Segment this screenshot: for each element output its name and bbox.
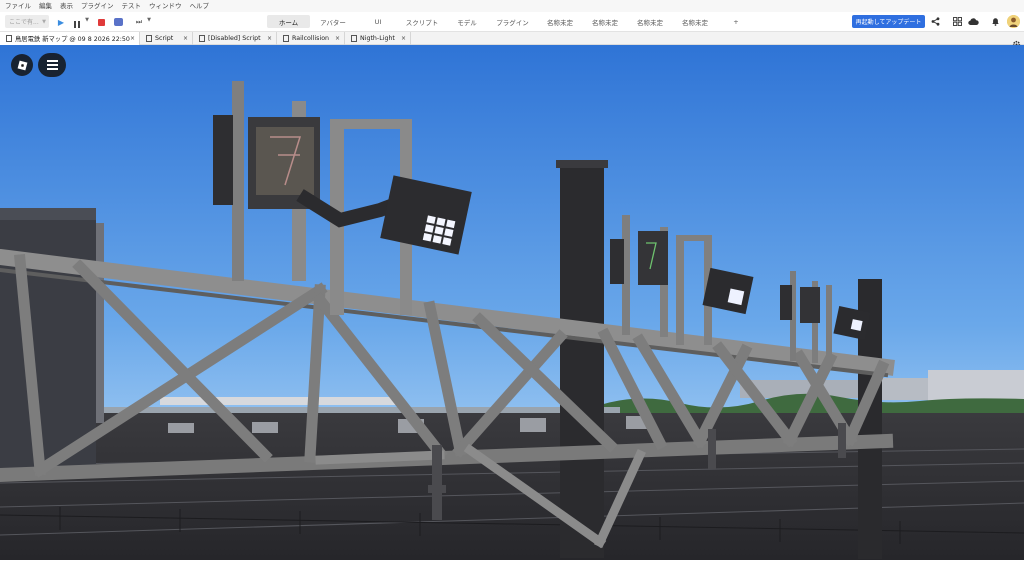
tab-label: [Disabled] Script (208, 35, 261, 42)
gear-icon[interactable] (1012, 34, 1021, 49)
ribbon-tab-home[interactable]: ホーム (267, 15, 310, 28)
tab-railcollision[interactable]: Railcollision × (277, 32, 345, 45)
menu-plugins[interactable]: プラグイン (81, 0, 114, 12)
grid-icon[interactable] (953, 17, 962, 26)
script-icon (351, 35, 357, 42)
ribbon-tab-model[interactable]: モデル (449, 15, 485, 28)
place-icon (6, 35, 12, 42)
stop-button[interactable] (96, 17, 106, 27)
play-icon: ▶ (57, 17, 65, 27)
mode-select-value: ここで有... (9, 19, 39, 26)
document-tab-bar: 鳥居電鉄 新マップ @ 09 8 2026 22:50 × Script × [… (0, 32, 1024, 45)
menu-edit[interactable]: 編集 (39, 0, 52, 12)
menu-window[interactable]: ウィンドウ (149, 0, 182, 12)
bell-icon[interactable] (991, 17, 1000, 26)
client-server-icon (113, 18, 123, 26)
ribbon-tab-custom-1[interactable]: 名称未定 (540, 15, 580, 28)
viewport-bottom-border (0, 560, 1024, 576)
roblox-logo-icon[interactable] (11, 54, 33, 76)
tab-label: Railcollision (292, 35, 330, 42)
tab-label: Script (155, 35, 174, 42)
floodlight-mid (727, 288, 745, 306)
menu-view[interactable]: 表示 (60, 0, 73, 12)
menu-bar: ファイル 編集 表示 プラグイン テスト ウィンドウ ヘルプ (0, 0, 1024, 12)
hamburger-menu-icon[interactable] (38, 53, 66, 77)
ribbon-tab-ui[interactable]: UI (360, 15, 396, 28)
mode-select[interactable]: ここで有... ▼ (5, 15, 49, 28)
close-icon[interactable]: × (267, 35, 272, 42)
tab-script[interactable]: Script × (140, 32, 193, 45)
close-icon[interactable]: × (335, 35, 340, 42)
close-icon[interactable]: × (183, 35, 188, 42)
client-server-button[interactable] (113, 17, 123, 27)
tab-disabled-script[interactable]: [Disabled] Script × (193, 32, 277, 45)
chevron-down-icon: ▼ (42, 18, 46, 25)
tab-label: 鳥居電鉄 新マップ @ 09 8 2026 22:50 (15, 36, 130, 43)
step-icon: ⏭ (135, 17, 143, 26)
script-icon (283, 35, 289, 42)
tab-place[interactable]: 鳥居電鉄 新マップ @ 09 8 2026 22:50 × (0, 32, 140, 45)
tab-night-light[interactable]: Nigth-Light × (345, 32, 411, 45)
menu-file[interactable]: ファイル (5, 0, 31, 12)
play-options-chevron-icon[interactable]: ▼ (84, 17, 90, 23)
menu-test[interactable]: テスト (122, 0, 142, 12)
cloud-icon[interactable] (968, 17, 979, 26)
menu-help[interactable]: ヘルプ (190, 0, 210, 12)
scene-render (0, 45, 1024, 560)
game-viewport[interactable] (0, 45, 1024, 560)
restart-update-button[interactable]: 再起動してアップデート (852, 15, 925, 28)
tab-label: Nigth-Light (360, 35, 395, 42)
ribbon-tab-custom-3[interactable]: 名称未定 (630, 15, 670, 28)
ribbon-tab-custom-2[interactable]: 名称未定 (585, 15, 625, 28)
pause-icon (74, 13, 80, 32)
close-icon[interactable]: × (401, 35, 406, 42)
floodlight-far (850, 319, 863, 331)
ribbon-tab-custom-4[interactable]: 名称未定 (675, 15, 715, 28)
toolbar: ここで有... ▼ ▶ ▼ ⏭ ▼ ホーム アバター UI スクリプト モデル … (0, 12, 1024, 32)
step-options-chevron-icon[interactable]: ▼ (146, 17, 152, 23)
script-icon (199, 35, 205, 42)
play-button[interactable]: ▶ (56, 17, 66, 27)
add-ribbon-tab-button[interactable]: + (728, 15, 744, 28)
script-icon (146, 35, 152, 42)
ribbon-tab-script[interactable]: スクリプト (400, 15, 444, 28)
stop-icon (97, 18, 105, 26)
avatar[interactable] (1007, 15, 1020, 28)
share-icon[interactable] (931, 17, 940, 26)
close-icon[interactable]: × (130, 35, 135, 42)
ribbon-tab-plugins[interactable]: プラグイン (490, 15, 535, 28)
ribbon-tab-avatar[interactable]: アバター (312, 15, 354, 28)
pause-button[interactable] (72, 17, 82, 28)
step-button[interactable]: ⏭ (134, 17, 144, 27)
